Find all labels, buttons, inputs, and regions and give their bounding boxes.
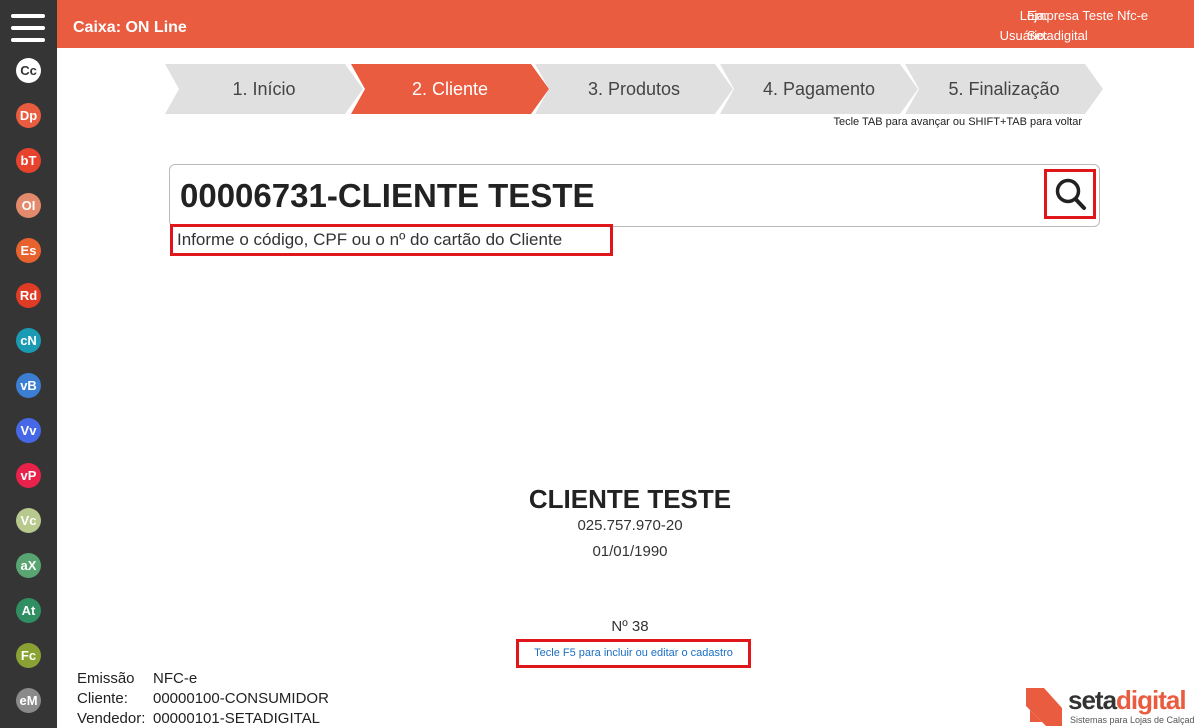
wizard-steps: 1. Início 2. Cliente 3. Produtos 4. Paga… <box>165 64 1105 114</box>
vendedor-value: 00000101-SETADIGITAL <box>153 710 321 727</box>
sidebar-item-cc[interactable]: Cc <box>16 58 41 83</box>
footer-info: Emissão NFC-e Cliente: 00000100-CONSUMIDOR… <box>77 669 329 728</box>
step-inicio[interactable]: 1. Início <box>165 64 363 114</box>
client-search-box <box>169 164 1100 227</box>
logo-tagline: Sistemas para Lojas de Calçados <box>1070 715 1194 725</box>
sidebar-item-dp[interactable]: Dp <box>16 103 41 128</box>
cliente-label: Cliente: <box>77 690 128 707</box>
sidebar-item-em[interactable]: eM <box>16 688 41 713</box>
client-document: 025.757.970-20 <box>577 517 683 534</box>
cliente-value: 00000100-CONSUMIDOR <box>153 690 329 707</box>
sidebar-item-cn[interactable]: cN <box>16 328 41 353</box>
sidebar-item-fc[interactable]: Fc <box>16 643 41 668</box>
sidebar-item-vp[interactable]: vP <box>16 463 41 488</box>
f5-edit-link[interactable]: Tecle F5 para incluir ou editar o cadast… <box>516 639 751 668</box>
sidebar-item-es[interactable]: Es <box>16 238 41 263</box>
sidebar-item-vv[interactable]: Vv <box>16 418 41 443</box>
step-pagamento[interactable]: 4. Pagamento <box>720 64 918 114</box>
logo-name-part1: seta <box>1068 685 1117 715</box>
search-icon <box>1055 178 1086 210</box>
client-name: CLIENTE TESTE <box>528 484 732 514</box>
step-produtos[interactable]: 3. Produtos <box>535 64 733 114</box>
header-info-values: Empresa Teste Nfc-e Setadigital <box>1027 6 1148 46</box>
client-search-input[interactable] <box>180 171 1040 221</box>
client-number: Nº 38 <box>611 618 649 635</box>
logo-arrow-icon <box>1026 688 1062 726</box>
sidebar-item-at[interactable]: At <box>16 598 41 623</box>
step-cliente[interactable]: 2. Cliente <box>351 64 549 114</box>
logo-wordmark: setadigital <box>1068 685 1187 715</box>
client-birth-date: 01/01/1990 <box>592 543 668 560</box>
sidebar-item-oi[interactable]: OI <box>16 193 41 218</box>
menu-icon[interactable] <box>11 14 45 42</box>
step-finalizacao[interactable]: 5. Finalização <box>905 64 1103 114</box>
sidebar-item-rd[interactable]: Rd <box>16 283 41 308</box>
logo-name-part2: digital <box>1116 685 1187 715</box>
app-title: Caixa: ON Line <box>73 19 187 36</box>
sidebar-item-ax[interactable]: aX <box>16 553 41 578</box>
sidebar-item-bt[interactable]: bT <box>16 148 41 173</box>
loja-value: Empresa Teste Nfc-e <box>1027 8 1149 23</box>
vendedor-label: Vendedor: <box>77 710 146 727</box>
search-button[interactable] <box>1044 169 1096 219</box>
emissao-value: NFC-e <box>153 670 198 687</box>
sidebar-item-vc[interactable]: Vc <box>16 508 41 533</box>
emissao-label: Emissão <box>77 670 135 687</box>
usuario-value: Setadigital <box>1027 28 1088 43</box>
sidebar: Cc Dp bT OI Es Rd cN vB Vv vP Vc aX At Fc eM <box>0 0 57 728</box>
sidebar-item-vb[interactable]: vB <box>16 373 41 398</box>
header-bar: Caixa: ON Line Loja: Usuário: Empresa Te… <box>57 0 1194 48</box>
steps-hint: Tecle TAB para avançar ou SHIFT+TAB para… <box>833 116 1082 128</box>
search-hint: Informe o código, CPF ou o nº do cartão … <box>170 224 613 256</box>
setadigital-logo: setadigital Sistemas para Lojas de Calça… <box>1024 685 1194 728</box>
